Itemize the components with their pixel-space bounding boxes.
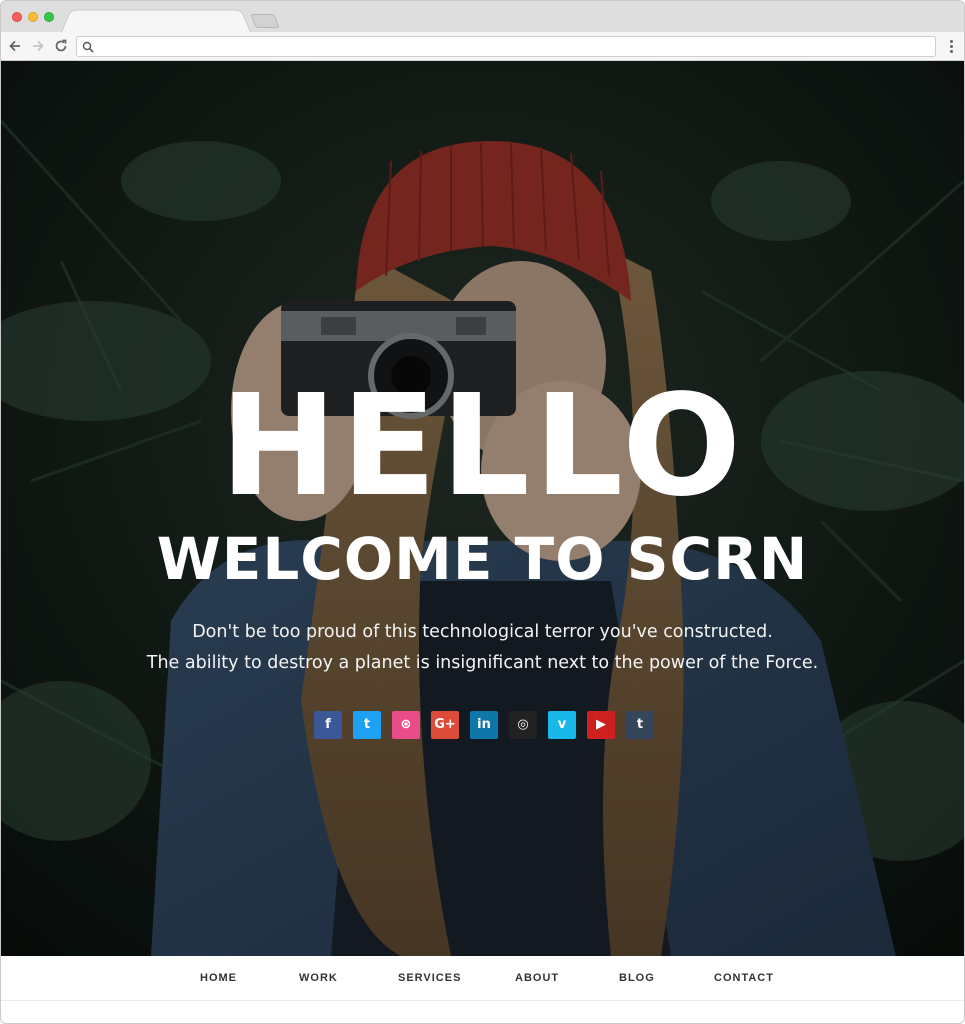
google-plus-icon: G+ — [434, 717, 456, 732]
new-tab-button[interactable] — [250, 14, 280, 28]
twitter-icon: t — [363, 717, 371, 732]
google-plus-button[interactable]: G+ — [431, 711, 459, 739]
dribbble-button[interactable]: ⊛ — [392, 711, 420, 739]
vimeo-button[interactable]: v — [548, 711, 576, 739]
address-input[interactable] — [99, 39, 929, 55]
facebook-button[interactable]: f — [314, 711, 342, 739]
hero-title: HELLO — [219, 365, 746, 528]
back-button[interactable] — [6, 37, 24, 55]
dribbble-icon: ⊛ — [400, 717, 412, 732]
tab-strip — [1, 1, 964, 33]
address-bar[interactable] — [76, 36, 936, 57]
youtube-button[interactable]: ▶ — [587, 711, 615, 739]
minimize-window-button[interactable] — [28, 12, 38, 22]
youtube-icon: ▶ — [596, 717, 606, 732]
tumblr-icon: t — [636, 717, 644, 732]
main-navigation: HOME WORK SERVICES ABOUT BLOG CONTACT — [1, 956, 964, 1001]
hero-subtitle: WELCOME TO SCRN — [156, 525, 809, 593]
linkedin-icon: in — [477, 717, 491, 732]
hero-tagline-line-1: Don't be too proud of this technological… — [192, 622, 773, 642]
hero-section: HELLO WELCOME TO SCRN Don't be too proud… — [1, 61, 964, 956]
nav-contact[interactable]: CONTACT — [714, 972, 774, 984]
arrow-left-icon — [9, 40, 20, 52]
hero-content: HELLO WELCOME TO SCRN Don't be too proud… — [1, 61, 964, 956]
search-icon — [82, 41, 94, 53]
browser-window: HELLO WELCOME TO SCRN Don't be too proud… — [0, 0, 965, 1024]
kebab-menu-icon[interactable] — [950, 40, 954, 54]
social-links: f t ⊛ G+ in ◎ v ▶ t — [314, 711, 654, 739]
browser-tab[interactable] — [61, 9, 251, 33]
twitter-button[interactable]: t — [353, 711, 381, 739]
instagram-icon: ◎ — [517, 717, 529, 732]
nav-about[interactable]: ABOUT — [515, 972, 559, 984]
nav-services[interactable]: SERVICES — [398, 972, 461, 984]
forward-button[interactable] — [29, 37, 47, 55]
arrow-right-icon — [33, 40, 44, 52]
reload-icon — [55, 39, 67, 52]
close-window-button[interactable] — [12, 12, 22, 22]
hero-tagline-line-2: The ability to destroy a planet is insig… — [146, 653, 819, 673]
vimeo-icon: v — [557, 717, 567, 732]
zoom-window-button[interactable] — [44, 12, 54, 22]
tumblr-button[interactable]: t — [626, 711, 654, 739]
nav-home[interactable]: HOME — [200, 972, 237, 984]
instagram-button[interactable]: ◎ — [509, 711, 537, 739]
nav-work[interactable]: WORK — [299, 972, 338, 984]
browser-toolbar — [1, 32, 964, 61]
facebook-icon: f — [325, 717, 331, 732]
nav-blog[interactable]: BLOG — [619, 972, 655, 984]
linkedin-button[interactable]: in — [470, 711, 498, 739]
reload-button[interactable] — [52, 37, 70, 55]
